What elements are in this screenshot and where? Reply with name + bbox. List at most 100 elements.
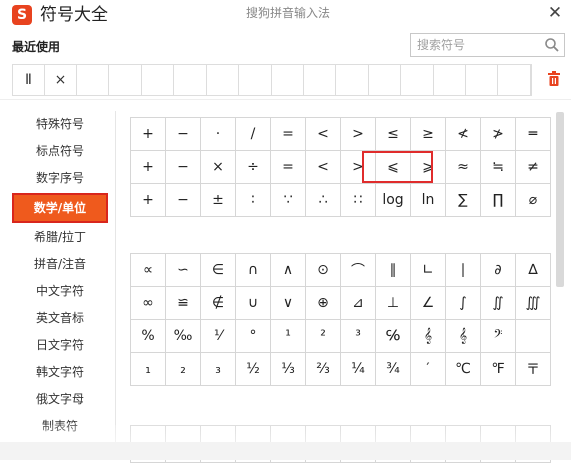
symbol-cell[interactable]: ∪ xyxy=(235,286,271,320)
symbol-cell[interactable]: ∥ xyxy=(375,253,411,287)
sidebar-item[interactable]: 韩文字符 xyxy=(12,359,108,386)
symbol-cell[interactable]: ℉ xyxy=(480,352,516,386)
symbol-cell[interactable]: 𝄢 xyxy=(480,319,516,353)
symbol-cell[interactable]: · xyxy=(200,117,236,151)
symbol-cell[interactable]: ∟ xyxy=(410,253,446,287)
symbol-cell[interactable]: ⩾ xyxy=(410,150,446,184)
symbol-cell[interactable]: 〒 xyxy=(515,352,551,386)
symbol-cell[interactable]: ′ xyxy=(410,352,446,386)
symbol-cell[interactable]: ═ xyxy=(515,117,551,151)
symbol-cell[interactable]: ² xyxy=(305,319,341,353)
scrollbar[interactable] xyxy=(556,112,564,442)
symbol-cell[interactable]: ∂ xyxy=(480,253,516,287)
symbol-cell[interactable]: ⅔ xyxy=(305,352,341,386)
symbol-cell[interactable]: = xyxy=(270,117,306,151)
recent-symbol-cell[interactable]: × xyxy=(45,65,77,95)
symbol-cell[interactable]: ¹ xyxy=(270,319,306,353)
sidebar-item[interactable]: 数学/单位 xyxy=(12,193,108,223)
sidebar-item[interactable]: 希腊/拉丁 xyxy=(12,224,108,251)
symbol-cell[interactable]: ≥ xyxy=(410,117,446,151)
symbol-cell[interactable]: ∬ xyxy=(480,286,516,320)
trash-icon[interactable] xyxy=(547,71,561,87)
close-button[interactable]: ✕ xyxy=(543,2,567,24)
symbol-cell[interactable]: ⊿ xyxy=(340,286,376,320)
symbol-cell[interactable]: ⊙ xyxy=(305,253,341,287)
symbol-cell[interactable]: ³ xyxy=(340,319,376,353)
symbol-cell[interactable]: ⩽ xyxy=(375,150,411,184)
symbol-cell[interactable]: ⊕ xyxy=(305,286,341,320)
symbol-cell[interactable]: ≯ xyxy=(480,117,516,151)
symbol-cell[interactable]: ⅟ xyxy=(200,319,236,353)
symbol-cell[interactable]: ∧ xyxy=(270,253,306,287)
search-icon[interactable] xyxy=(544,37,560,53)
recent-symbol-cell[interactable]: Ⅱ xyxy=(13,65,45,95)
symbol-cell[interactable]: / xyxy=(235,117,271,151)
symbol-cell[interactable]: ∨ xyxy=(270,286,306,320)
symbol-cell[interactable]: ½ xyxy=(235,352,271,386)
symbol-cell[interactable]: ₂ xyxy=(165,352,201,386)
symbol-cell[interactable]: + xyxy=(130,150,166,184)
symbol-cell[interactable]: log xyxy=(375,183,411,217)
symbol-cell[interactable]: ⌒ xyxy=(340,253,376,287)
symbol-cell[interactable]: ∵ xyxy=(270,183,306,217)
search-box[interactable] xyxy=(410,33,565,57)
sidebar-item[interactable]: 英文音标 xyxy=(12,305,108,332)
symbol-cell[interactable]: < xyxy=(305,117,341,151)
symbol-cell[interactable]: ≈ xyxy=(445,150,481,184)
sidebar-item[interactable]: 中文字符 xyxy=(12,278,108,305)
symbol-cell[interactable]: ∽ xyxy=(165,253,201,287)
symbol-cell[interactable]: ± xyxy=(200,183,236,217)
symbol-cell[interactable]: ∏ xyxy=(480,183,516,217)
sidebar-item[interactable]: 拼音/注音 xyxy=(12,251,108,278)
symbol-cell[interactable]: ℃ xyxy=(445,352,481,386)
symbol-cell[interactable]: ₁ xyxy=(130,352,166,386)
symbol-cell[interactable]: ‰ xyxy=(165,319,201,353)
symbol-cell[interactable]: ≮ xyxy=(445,117,481,151)
symbol-cell[interactable]: % xyxy=(130,319,166,353)
symbol-cell[interactable]: ≠ xyxy=(515,150,551,184)
symbol-cell[interactable]: ≤ xyxy=(375,117,411,151)
search-input[interactable] xyxy=(417,37,537,53)
symbol-cell[interactable]: + xyxy=(130,117,166,151)
sidebar-item[interactable]: 日文字符 xyxy=(12,332,108,359)
sidebar-item[interactable]: 数字序号 xyxy=(12,165,108,192)
sidebar-item[interactable]: 制表符 xyxy=(12,413,108,440)
symbol-cell[interactable]: ∭ xyxy=(515,286,551,320)
symbol-cell[interactable]: ⅓ xyxy=(270,352,306,386)
symbol-cell[interactable]: ln xyxy=(410,183,446,217)
sidebar-item[interactable]: 俄文字母 xyxy=(12,386,108,413)
symbol-cell[interactable]: > xyxy=(340,150,376,184)
symbol-cell[interactable]: 𝄞 xyxy=(410,319,446,353)
symbol-cell[interactable]: ≌ xyxy=(165,286,201,320)
symbol-cell[interactable]: < xyxy=(305,150,341,184)
symbol-cell[interactable]: − xyxy=(165,183,201,217)
symbol-cell[interactable]: ∆ xyxy=(515,253,551,287)
symbol-cell[interactable]: ∉ xyxy=(200,286,236,320)
symbol-cell[interactable]: ℅ xyxy=(375,319,411,353)
symbol-cell[interactable]: ∞ xyxy=(130,286,166,320)
sidebar-item[interactable]: 特殊符号 xyxy=(12,111,108,138)
symbol-cell[interactable]: ° xyxy=(235,319,271,353)
symbol-cell[interactable]: ¼ xyxy=(340,352,376,386)
symbol-cell[interactable]: ÷ xyxy=(235,150,271,184)
symbol-cell[interactable]: > xyxy=(340,117,376,151)
symbol-cell[interactable]: ∷ xyxy=(340,183,376,217)
symbol-cell[interactable]: ∑ xyxy=(445,183,481,217)
symbol-cell[interactable]: 𝄞 xyxy=(445,319,481,353)
symbol-cell[interactable]: = xyxy=(270,150,306,184)
symbol-cell[interactable]: ∣ xyxy=(445,253,481,287)
symbol-cell[interactable]: ∫ xyxy=(445,286,481,320)
symbol-cell[interactable]: ∠ xyxy=(410,286,446,320)
symbol-cell[interactable]: ₃ xyxy=(200,352,236,386)
symbol-cell[interactable]: ≒ xyxy=(480,150,516,184)
sidebar-item[interactable]: 标点符号 xyxy=(12,138,108,165)
symbol-cell[interactable]: + xyxy=(130,183,166,217)
symbol-cell[interactable]: ⌀ xyxy=(515,183,551,217)
scrollbar-thumb[interactable] xyxy=(556,112,564,287)
symbol-cell[interactable]: − xyxy=(165,150,201,184)
symbol-cell[interactable]: × xyxy=(200,150,236,184)
symbol-cell[interactable]: ∶ xyxy=(235,183,271,217)
symbol-cell[interactable]: ∩ xyxy=(235,253,271,287)
symbol-cell[interactable]: ∈ xyxy=(200,253,236,287)
symbol-cell[interactable]: ∴ xyxy=(305,183,341,217)
